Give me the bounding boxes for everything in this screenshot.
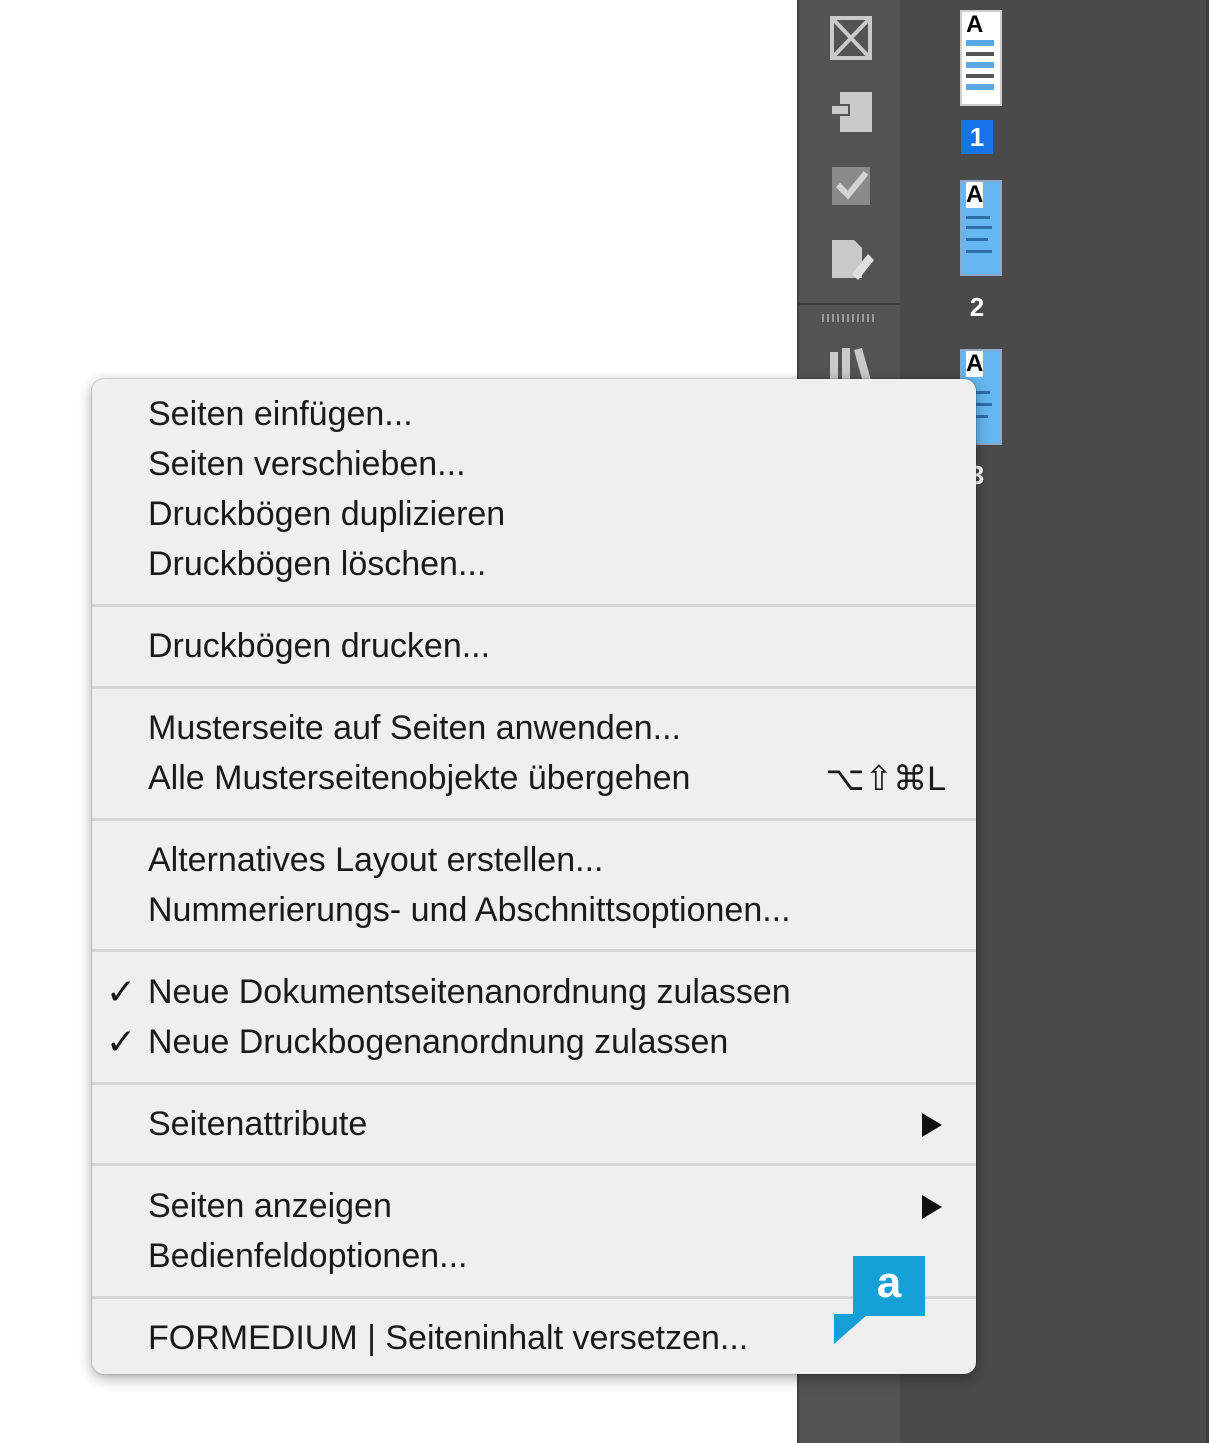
page-thumbnail-2[interactable]: A	[960, 180, 1002, 276]
menu-item-view-pages[interactable]: Seiten anzeigen	[92, 1181, 976, 1231]
page-transitions-icon[interactable]	[828, 14, 874, 60]
menu-group-layout: Alternatives Layout erstellen... Nummeri…	[92, 835, 976, 935]
master-prefix: A	[966, 11, 984, 38]
menu-item-panel-options[interactable]: Bedienfeldoptionen...	[92, 1231, 976, 1281]
checkmark-icon: ✓	[106, 1021, 137, 1062]
submenu-arrow-icon	[922, 1195, 942, 1219]
keyboard-shortcut: ⌥⇧⌘L	[825, 760, 946, 798]
master-prefix: A	[966, 181, 984, 208]
menu-item-move-pages[interactable]: Seiten verschieben...	[92, 439, 976, 489]
menu-group-view: Seiten anzeigen Bedienfeldoptionen...	[92, 1181, 976, 1281]
menu-group-shuffle: ✓ Neue Dokumentseitenanordnung zulassen …	[92, 967, 976, 1067]
menu-separator	[92, 1082, 976, 1085]
menu-separator	[92, 686, 976, 689]
menu-item-allow-document-pages-shuffle[interactable]: ✓ Neue Dokumentseitenanordnung zulassen	[92, 967, 976, 1017]
callout-pointer	[834, 1314, 868, 1344]
menu-item-create-alternate-layout[interactable]: Alternatives Layout erstellen...	[92, 835, 976, 885]
menu-item-delete-spread[interactable]: Druckbögen löschen...	[92, 539, 976, 589]
menu-item-page-attributes[interactable]: Seitenattribute	[92, 1099, 976, 1149]
callout-label: a	[876, 1258, 902, 1307]
menu-group-master: Musterseite auf Seiten anwenden... Alle …	[92, 703, 976, 803]
master-prefix: A	[966, 350, 984, 377]
menu-separator	[92, 604, 976, 607]
checkmark-icon: ✓	[106, 971, 137, 1012]
submenu-arrow-icon	[922, 1113, 942, 1137]
menu-group-print: Druckbögen drucken...	[92, 621, 976, 671]
menu-item-numbering-section-options[interactable]: Nummerierungs- und Abschnittsoptionen...	[92, 885, 976, 935]
menu-group-pages: Seiten einfügen... Seiten verschieben...…	[92, 389, 976, 589]
toolstrip-divider	[797, 303, 900, 305]
menu-group-attributes: Seitenattribute	[92, 1099, 976, 1149]
menu-separator	[92, 818, 976, 821]
menu-item-print-spread[interactable]: Druckbögen drucken...	[92, 621, 976, 671]
page-number-2[interactable]: 2	[961, 290, 993, 324]
menu-separator	[92, 1296, 976, 1299]
page-number-1[interactable]: 1	[961, 120, 993, 154]
menu-item-duplicate-spread[interactable]: Druckbögen duplizieren	[92, 489, 976, 539]
callout-badge: a	[853, 1256, 925, 1316]
pages-panel-context-menu: Seiten einfügen... Seiten verschieben...…	[92, 379, 976, 1374]
page-thumbnail-1[interactable]: A	[960, 10, 1002, 106]
layers-icon[interactable]	[828, 88, 874, 134]
menu-separator	[92, 1163, 976, 1166]
preflight-icon[interactable]	[828, 163, 874, 209]
menu-item-allow-spreads-shuffle[interactable]: ✓ Neue Druckbogenanordnung zulassen	[92, 1017, 976, 1067]
menu-separator	[92, 949, 976, 952]
drag-handle[interactable]	[822, 314, 874, 322]
menu-item-apply-master[interactable]: Musterseite auf Seiten anwenden...	[92, 703, 976, 753]
menu-item-insert-pages[interactable]: Seiten einfügen...	[92, 389, 976, 439]
edit-icon[interactable]	[828, 236, 874, 282]
menu-item-override-master-items[interactable]: Alle Musterseitenobjekte übergehen ⌥⇧⌘L	[92, 753, 976, 803]
